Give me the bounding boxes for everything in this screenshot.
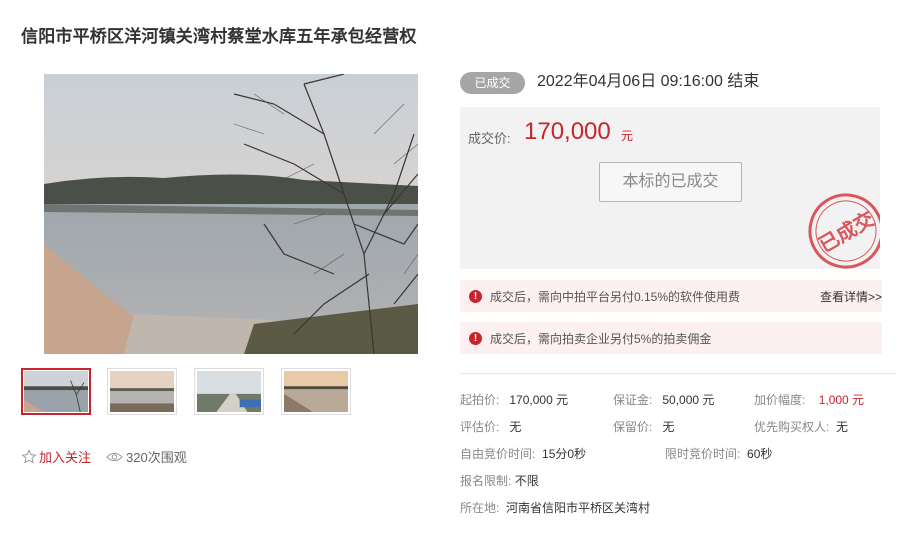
view-details-link[interactable]: 查看详情>> xyxy=(820,288,882,305)
priority-row: 优先购买权人: 无 xyxy=(754,420,849,434)
location-row: 所在地: 河南省信阳市平桥区关湾村 xyxy=(460,501,651,515)
sold-stamp-icon: 已成交 xyxy=(808,193,880,269)
reserve-row: 保留价: 无 xyxy=(613,420,675,434)
divider xyxy=(460,373,897,374)
main-photo[interactable] xyxy=(44,74,418,354)
status-badge: 已成交 xyxy=(460,72,525,94)
follow-button[interactable]: 加入关注 xyxy=(21,447,91,466)
price-label: 成交价: xyxy=(468,131,511,146)
free-bid-row: 自由竞价时间: 15分0秒 xyxy=(460,447,587,461)
star-icon xyxy=(21,448,37,463)
thumbnail-1[interactable] xyxy=(21,368,91,415)
page-title: 信阳市平桥区洋河镇关湾村蔡堂水库五年承包经营权 xyxy=(21,27,417,46)
notice-text: 成交后，需向拍卖企业另付5%的拍卖佣金 xyxy=(490,331,712,346)
reservoir-lake-photo xyxy=(44,74,418,354)
reservoir-thumb-1 xyxy=(24,371,88,412)
views-label: 320次围观 xyxy=(126,450,187,465)
alert-icon: ! xyxy=(469,331,482,345)
reservoir-thumb-4 xyxy=(284,371,348,412)
eye-icon xyxy=(106,452,123,461)
price-unit: 元 xyxy=(621,129,634,143)
alert-icon: ! xyxy=(469,289,482,303)
notice-commission: ! 成交后，需向拍卖企业另付5%的拍卖佣金 xyxy=(460,322,882,354)
increment-row: 加价幅度: 1,000 元 xyxy=(754,393,865,407)
view-count: 320次围观 xyxy=(106,447,187,466)
notice-software-fee: ! 成交后，需向中拍平台另付0.15%的软件使用费 查看详情>> xyxy=(460,280,882,312)
sold-button[interactable]: 本标的已成交 xyxy=(599,162,742,202)
deposit-row: 保证金: 50,000 元 xyxy=(613,393,715,407)
thumbnail-4[interactable] xyxy=(281,368,351,415)
reservoir-thumb-2 xyxy=(110,371,174,412)
start-price-row: 起拍价: 170,000 元 xyxy=(460,393,569,407)
price-value: 170,000 xyxy=(524,118,611,145)
reservoir-thumb-3 xyxy=(197,371,261,412)
appraisal-row: 评估价: 无 xyxy=(460,420,522,434)
thumbnail-2[interactable] xyxy=(107,368,177,415)
price-panel: 成交价: 170,000 元 本标的已成交 已成交 xyxy=(460,107,880,269)
signup-row: 报名限制: 不限 xyxy=(460,474,539,488)
follow-label: 加入关注 xyxy=(39,450,92,465)
notice-text: 成交后，需向中拍平台另付0.15%的软件使用费 xyxy=(490,289,741,304)
thumbnail-3[interactable] xyxy=(194,368,264,415)
limited-bid-row: 限时竞价时间: 60秒 xyxy=(665,447,773,461)
end-time: 2022年04月06日 09:16:00 结束 xyxy=(537,73,760,90)
